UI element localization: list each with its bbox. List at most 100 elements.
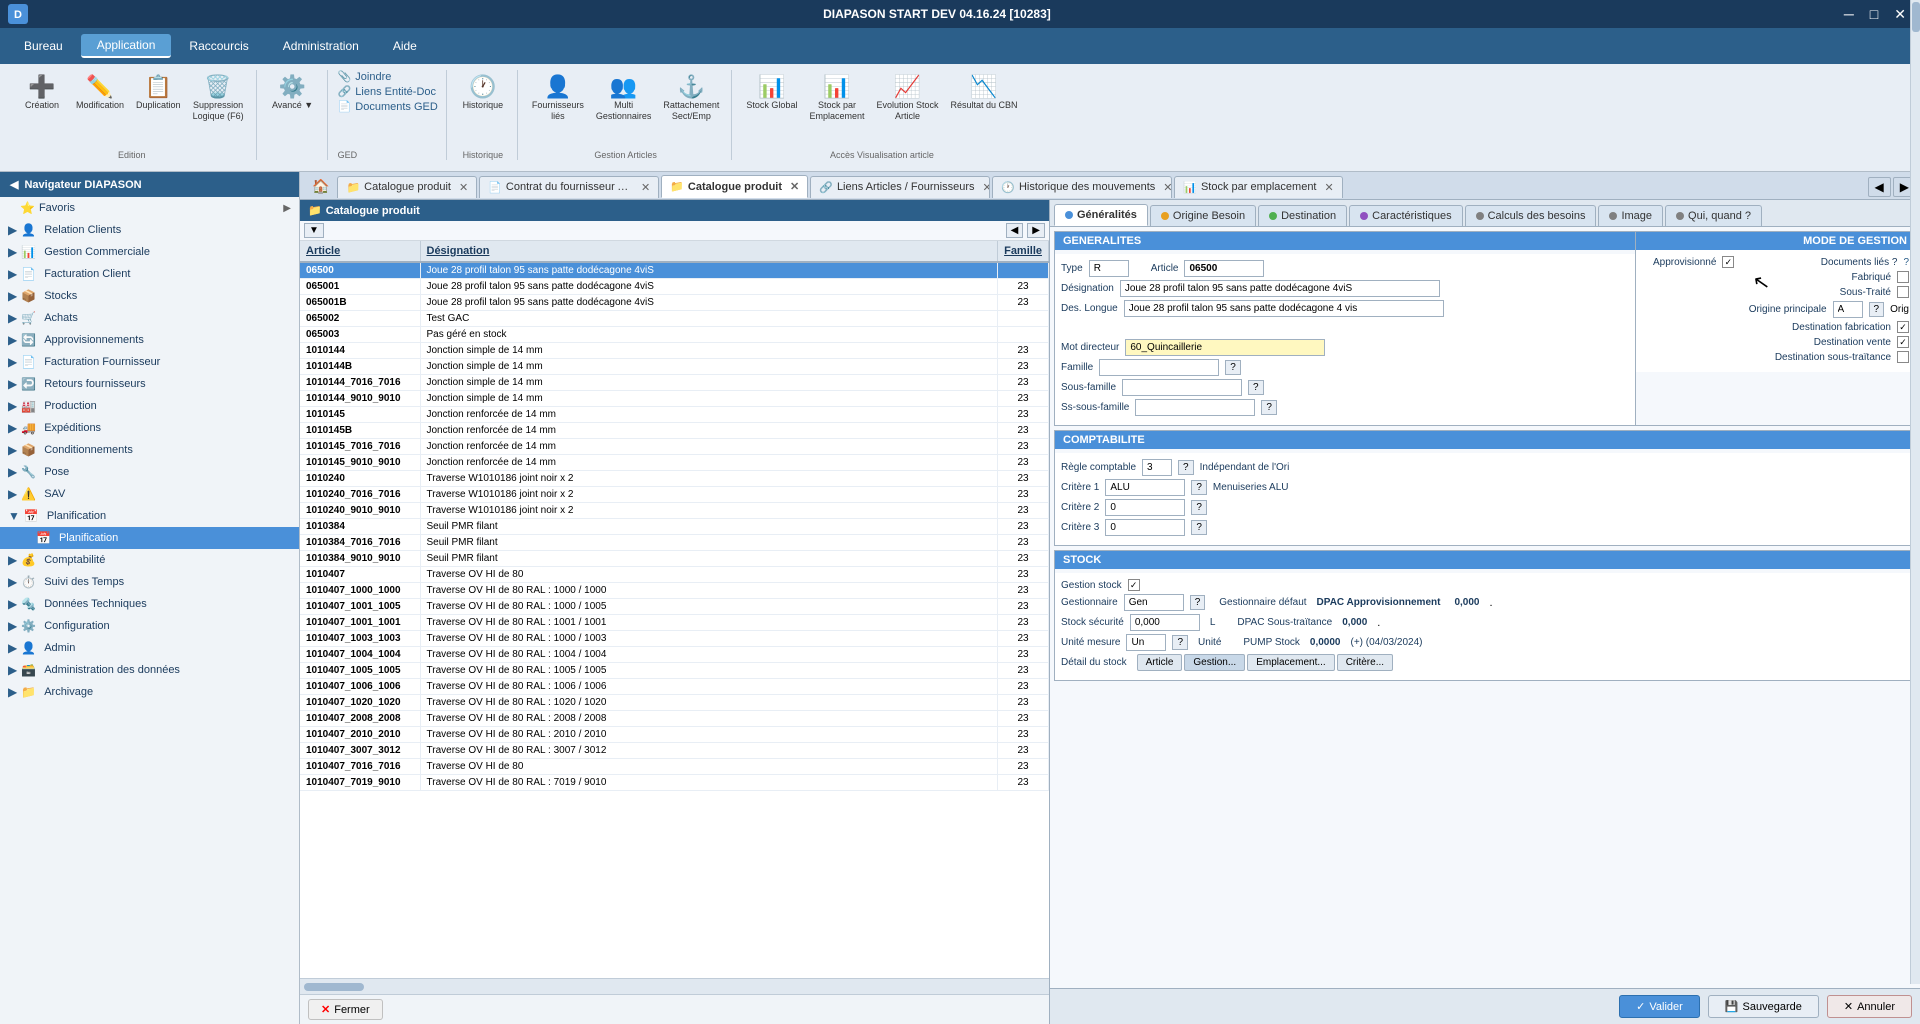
critere1-input[interactable] — [1105, 479, 1185, 496]
historique-button[interactable]: 🕐 Historique — [457, 70, 509, 115]
sidebar-item-facturation-fournisseur[interactable]: ▶ 📄 Facturation Fournisseur — [0, 351, 299, 373]
table-row[interactable]: 1010407_1006_1006Traverse OV HI de 80 RA… — [300, 679, 1049, 695]
table-row[interactable]: 1010407_1000_1000Traverse OV HI de 80 RA… — [300, 583, 1049, 599]
tab-historique-mouvements[interactable]: 🕐 Historique des mouvements ✕ — [992, 176, 1172, 198]
rattachement-button[interactable]: ⚓ RattachementSect/Emp — [659, 70, 723, 126]
col-header-article[interactable]: Article — [300, 241, 420, 262]
table-row[interactable]: 1010145_9010_9010Jonction renforcée de 1… — [300, 455, 1049, 471]
detail-tab-origine-besoin[interactable]: Origine Besoin — [1150, 205, 1256, 226]
table-row[interactable]: 1010240_9010_9010Traverse W1010186 joint… — [300, 503, 1049, 519]
stock-securite-input[interactable] — [1130, 614, 1200, 631]
tab-liens-close[interactable]: ✕ — [983, 181, 991, 194]
sous-traite-checkbox[interactable] — [1897, 286, 1909, 298]
duplication-button[interactable]: 📋 Duplication — [132, 70, 185, 126]
valider-button[interactable]: ✓ Valider — [1619, 995, 1700, 1018]
type-input[interactable] — [1089, 260, 1129, 277]
critere3-input[interactable] — [1105, 519, 1185, 536]
sidebar-item-configuration[interactable]: ▶ ⚙️ Configuration — [0, 615, 299, 637]
resultat-cbn-button[interactable]: 📉 Résultat du CBN — [947, 70, 1022, 126]
table-row[interactable]: 1010407Traverse OV HI de 8023 — [300, 567, 1049, 583]
detail-tab-article[interactable]: Article — [1137, 654, 1183, 671]
sidebar-item-production[interactable]: ▶ 🏭 Production — [0, 395, 299, 417]
sidebar-item-pose[interactable]: ▶ 🔧 Pose — [0, 461, 299, 483]
origine-principale-input[interactable] — [1833, 301, 1863, 318]
des-longue-input[interactable] — [1124, 300, 1444, 317]
table-row[interactable]: 1010407_2010_2010Traverse OV HI de 80 RA… — [300, 727, 1049, 743]
table-row[interactable]: 1010407_1001_1001Traverse OV HI de 80 RA… — [300, 615, 1049, 631]
table-row[interactable]: 1010144_7016_7016Jonction simple de 14 m… — [300, 375, 1049, 391]
detail-tab-gestion[interactable]: Gestion... — [1184, 654, 1245, 671]
sidebar-item-planification[interactable]: ▼ 📅 Planification — [0, 505, 299, 527]
table-row[interactable]: 1010144Jonction simple de 14 mm23 — [300, 343, 1049, 359]
table-row[interactable]: 1010407_1020_1020Traverse OV HI de 80 RA… — [300, 695, 1049, 711]
sidebar-item-expeditions[interactable]: ▶ 🚚 Expéditions — [0, 417, 299, 439]
joindre-button[interactable]: 📎 Joindre — [338, 70, 438, 83]
tab-contrat-close[interactable]: ✕ — [641, 181, 650, 194]
origine-help[interactable]: ? — [1869, 302, 1885, 317]
table-row[interactable]: 1010384_7016_7016Seuil PMR filant23 — [300, 535, 1049, 551]
ss-sous-famille-help[interactable]: ? — [1261, 400, 1277, 415]
dest-fab-checkbox[interactable] — [1897, 321, 1909, 333]
evolution-stock-button[interactable]: 📈 Evolution StockArticle — [872, 70, 942, 126]
detail-tab-generalites[interactable]: Généralités — [1054, 204, 1148, 226]
table-row[interactable]: 1010407_7016_7016Traverse OV HI de 8023 — [300, 759, 1049, 775]
sidebar-item-admin[interactable]: ▶ 👤 Admin — [0, 637, 299, 659]
annuler-button[interactable]: ✕ Annuler — [1827, 995, 1912, 1018]
tab-stock-close[interactable]: ✕ — [1325, 181, 1334, 194]
table-row[interactable]: 1010384_9010_9010Seuil PMR filant23 — [300, 551, 1049, 567]
sidebar-item-favoris[interactable]: ⭐ Favoris ▶ — [0, 197, 299, 219]
table-row[interactable]: 06500Joue 28 profil talon 95 sans patte … — [300, 262, 1049, 279]
sidebar-item-stocks[interactable]: ▶ 📦 Stocks — [0, 285, 299, 307]
sidebar-item-comptabilite[interactable]: ▶ 💰 Comptabilité — [0, 549, 299, 571]
sidebar-item-approvisionnements[interactable]: ▶ 🔄 Approvisionnements — [0, 329, 299, 351]
sous-famille-input[interactable] — [1122, 379, 1242, 396]
sidebar-item-gestion-commerciale[interactable]: ▶ 📊 Gestion Commerciale — [0, 241, 299, 263]
menu-bureau[interactable]: Bureau — [8, 35, 79, 57]
catalog-hscrollbar[interactable] — [300, 978, 1049, 994]
table-row[interactable]: 1010145_7016_7016Jonction renforcée de 1… — [300, 439, 1049, 455]
designation-input[interactable] — [1120, 280, 1440, 297]
fabrique-checkbox[interactable] — [1897, 271, 1909, 283]
table-row[interactable]: 1010407_3007_3012Traverse OV HI de 80 RA… — [300, 743, 1049, 759]
liens-doc-button[interactable]: 🔗 Liens Entité-Doc — [338, 85, 438, 98]
tab-catalog-1-close[interactable]: ✕ — [459, 181, 468, 194]
table-row[interactable]: 065002Test GAC — [300, 311, 1049, 327]
tab-home-button[interactable]: 🏠 — [304, 174, 337, 199]
fermer-button[interactable]: ✕ Fermer — [308, 999, 383, 1020]
detail-tab-image[interactable]: Image — [1598, 205, 1663, 226]
gestionnaire-input[interactable] — [1124, 594, 1184, 611]
approv-checkbox[interactable] — [1722, 256, 1734, 268]
dest-vente-checkbox[interactable] — [1897, 336, 1909, 348]
sidebar-item-admin-donnees[interactable]: ▶ 🗃️ Administration des données — [0, 659, 299, 681]
tab-liens-articles[interactable]: 🔗 Liens Articles / Fournisseurs ✕ — [810, 176, 990, 198]
regle-input[interactable] — [1142, 459, 1172, 476]
unite-help[interactable]: ? — [1172, 635, 1188, 650]
detail-tab-emplacement[interactable]: Emplacement... — [1247, 654, 1334, 671]
famille-input[interactable] — [1099, 359, 1219, 376]
sidebar-item-suivi-temps[interactable]: ▶ ⏱️ Suivi des Temps — [0, 571, 299, 593]
sidebar-item-donnees-techniques[interactable]: ▶ 🔩 Données Techniques — [0, 593, 299, 615]
docs-lies-link[interactable]: ? — [1903, 257, 1909, 268]
unite-input[interactable] — [1126, 634, 1166, 651]
menu-administration[interactable]: Administration — [267, 35, 375, 57]
table-row[interactable]: 1010144_9010_9010Jonction simple de 14 m… — [300, 391, 1049, 407]
critere2-help[interactable]: ? — [1191, 500, 1207, 515]
critere3-help[interactable]: ? — [1191, 520, 1207, 535]
detail-tab-qui-quand[interactable]: Qui, quand ? — [1665, 205, 1762, 226]
table-row[interactable]: 1010407_1003_1003Traverse OV HI de 80 RA… — [300, 631, 1049, 647]
sidebar-item-planification-sub[interactable]: 📅 Planification — [0, 527, 299, 549]
fournisseurs-lies-button[interactable]: 👤 Fournisseursliés — [528, 70, 588, 126]
regle-help[interactable]: ? — [1178, 460, 1194, 475]
col-header-famille[interactable]: Famille — [998, 241, 1049, 262]
tab-stock-emplacement[interactable]: 📊 Stock par emplacement ✕ — [1174, 176, 1342, 198]
table-row[interactable]: 065001BJoue 28 profil talon 95 sans patt… — [300, 295, 1049, 311]
sidebar-item-archivage[interactable]: ▶ 📁 Archivage — [0, 681, 299, 703]
detail-tab-critere[interactable]: Critère... — [1337, 654, 1393, 671]
ss-sous-famille-input[interactable] — [1135, 399, 1255, 416]
catalog-filter-button[interactable]: ▼ — [304, 223, 324, 238]
right-scrollbar[interactable] — [1910, 200, 1920, 984]
tab-catalogue-produit-1[interactable]: 📁 Catalogue produit ✕ — [337, 176, 477, 198]
menu-aide[interactable]: Aide — [377, 35, 433, 57]
critere2-input[interactable] — [1105, 499, 1185, 516]
creation-button[interactable]: ➕ Création — [16, 70, 68, 126]
